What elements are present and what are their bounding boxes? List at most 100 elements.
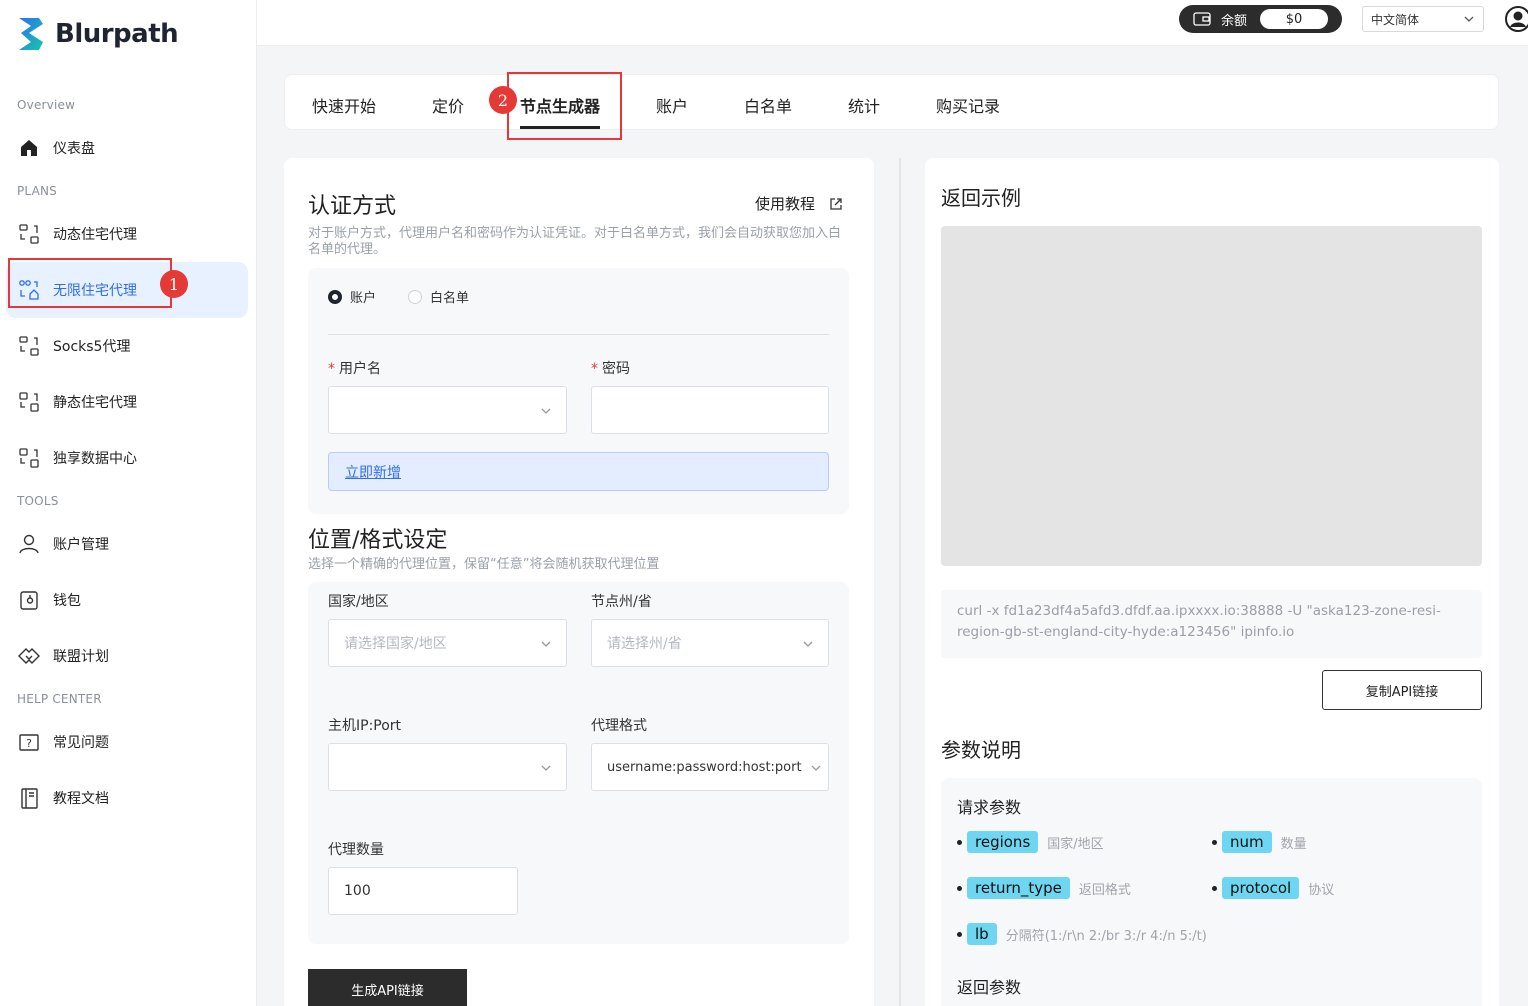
sidebar-item-dynamic-residential[interactable]: 动态住宅代理 [6, 206, 248, 262]
question-icon: ? [18, 731, 40, 753]
count-input[interactable]: 100 [328, 867, 518, 915]
tab-whitelist[interactable]: 白名单 [744, 93, 792, 117]
auth-section-title: 认证方式 [308, 194, 397, 219]
sidebar-item-static-residential[interactable]: 静态住宅代理 [6, 374, 248, 430]
external-link-icon [829, 197, 843, 211]
location-section-title: 位置/格式设定 [308, 528, 448, 553]
panel-divider [899, 158, 901, 1006]
sidebar: Blurpath Overview 仪表盘 PLANS 动态住宅代理 无限住宅代… [0, 0, 257, 1006]
copy-api-button[interactable]: 复制API链接 [1322, 670, 1482, 710]
count-label: 代理数量 [328, 842, 384, 858]
divider [328, 334, 829, 335]
balance-pill[interactable]: 余额 $0 [1179, 5, 1342, 33]
username-select[interactable] [328, 386, 567, 434]
username-label: * 用户名 [328, 361, 381, 377]
logo[interactable]: Blurpath [17, 16, 179, 52]
language-value: 中文简体 [1371, 12, 1420, 27]
sidebar-item-faq[interactable]: ? 常见问题 [6, 714, 248, 770]
host-select[interactable] [328, 743, 567, 791]
chevron-down-icon [540, 638, 552, 654]
format-label: 代理格式 [591, 718, 647, 734]
param-name: lb [967, 923, 997, 945]
proxy-icon [18, 391, 40, 413]
auth-card: 账户 白名单 * 用户名 * 密码 立即新增 [308, 268, 849, 514]
sidebar-item-wallet[interactable]: 钱包 [6, 572, 248, 628]
proxy-icon [18, 335, 40, 357]
chevron-down-icon [810, 762, 822, 778]
count-value: 100 [344, 883, 371, 899]
tab-pricing[interactable]: 定价 [432, 93, 464, 117]
password-label-text: 密码 [602, 361, 630, 377]
sidebar-item-label: 教程文档 [53, 791, 109, 807]
balance-label: 余额 [1221, 13, 1248, 29]
add-new-bar: 立即新增 [328, 452, 829, 491]
svg-text:?: ? [26, 737, 32, 750]
sidebar-item-datacenter[interactable]: 独享数据中心 [6, 430, 248, 486]
tab-quick-start[interactable]: 快速开始 [312, 93, 376, 117]
logo-icon [19, 18, 43, 50]
param-desc: 返回格式 [1078, 882, 1131, 898]
sidebar-item-label: 常见问题 [53, 735, 109, 751]
params-card: 请求参数 regions 国家/地区 num 数量 return_type 返回… [941, 778, 1482, 1006]
radio-whitelist[interactable]: 白名单 [408, 287, 469, 306]
state-select[interactable]: 请选择州/省 [591, 619, 829, 667]
section-plans: PLANS [17, 184, 57, 198]
location-description: 选择一个精确的代理位置，保留“任意”将会随机获取代理位置 [308, 557, 660, 572]
country-placeholder: 请选择国家/地区 [344, 636, 447, 652]
tutorial-link-label: 使用教程 [755, 195, 816, 213]
sidebar-item-label: 独享数据中心 [53, 451, 137, 467]
tab-bar: 快速开始 定价 节点生成器 账户 白名单 统计 购买记录 [284, 74, 1499, 130]
add-new-link[interactable]: 立即新增 [345, 462, 401, 482]
password-field[interactable] [591, 386, 829, 434]
tab-account[interactable]: 账户 [656, 93, 688, 117]
param-name: return_type [967, 877, 1070, 899]
sidebar-item-docs[interactable]: 教程文档 [6, 770, 248, 826]
password-label: * 密码 [591, 361, 630, 377]
user-icon [18, 533, 40, 555]
tab-purchase-history[interactable]: 购买记录 [936, 93, 1000, 117]
chevron-down-icon [540, 405, 552, 421]
sidebar-item-label: 钱包 [53, 593, 81, 609]
auth-description: 对于账户方式，代理用户名和密码作为认证凭证。对于白名单方式，我们会自动获取您加入… [308, 226, 842, 257]
param-desc: 协议 [1308, 882, 1335, 898]
param-name: num [1222, 831, 1272, 853]
language-select[interactable]: 中文简体 [1362, 6, 1484, 32]
section-tools: TOOLS [17, 494, 59, 508]
sidebar-item-account[interactable]: 账户管理 [6, 516, 248, 572]
state-placeholder: 请选择州/省 [607, 636, 682, 652]
book-icon [18, 787, 40, 809]
wallet-icon [18, 589, 40, 611]
format-select[interactable]: username:password:host:port [591, 743, 829, 791]
generate-api-button[interactable]: 生成API链接 [308, 969, 467, 1006]
country-select[interactable]: 请选择国家/地区 [328, 619, 567, 667]
chevron-down-icon [1463, 13, 1475, 28]
proxy-icon [18, 223, 40, 245]
param-name: protocol [1222, 877, 1300, 899]
bullet [957, 885, 962, 891]
request-params-title: 请求参数 [957, 798, 1022, 817]
sidebar-item-label: 账户管理 [53, 537, 109, 553]
tutorial-link[interactable]: 使用教程 [755, 193, 843, 214]
host-label: 主机IP:Port [328, 718, 402, 734]
sidebar-item-affiliate[interactable]: 联盟计划 [6, 628, 248, 684]
bullet [1212, 885, 1217, 891]
tab-statistics[interactable]: 统计 [848, 93, 880, 117]
sidebar-item-label: 静态住宅代理 [53, 395, 137, 411]
sidebar-item-label: 联盟计划 [53, 649, 109, 665]
sidebar-item-socks5[interactable]: Socks5代理 [6, 318, 248, 374]
username-label-text: 用户名 [339, 361, 381, 377]
sidebar-item-label: 仪表盘 [53, 141, 95, 157]
radio-account[interactable]: 账户 [328, 287, 376, 306]
param-return-type: return_type 返回格式 [957, 877, 1131, 899]
example-title: 返回示例 [941, 186, 1021, 210]
proxy-icon [18, 447, 40, 469]
avatar[interactable] [1505, 6, 1528, 32]
step-badge-1: 1 [160, 270, 188, 298]
bullet [957, 931, 962, 937]
home-icon [18, 137, 40, 159]
param-desc: 数量 [1280, 836, 1307, 852]
params-title: 参数说明 [941, 738, 1021, 762]
chevron-down-icon [802, 638, 814, 654]
chevron-down-icon [540, 762, 552, 778]
sidebar-item-dashboard[interactable]: 仪表盘 [6, 120, 248, 176]
